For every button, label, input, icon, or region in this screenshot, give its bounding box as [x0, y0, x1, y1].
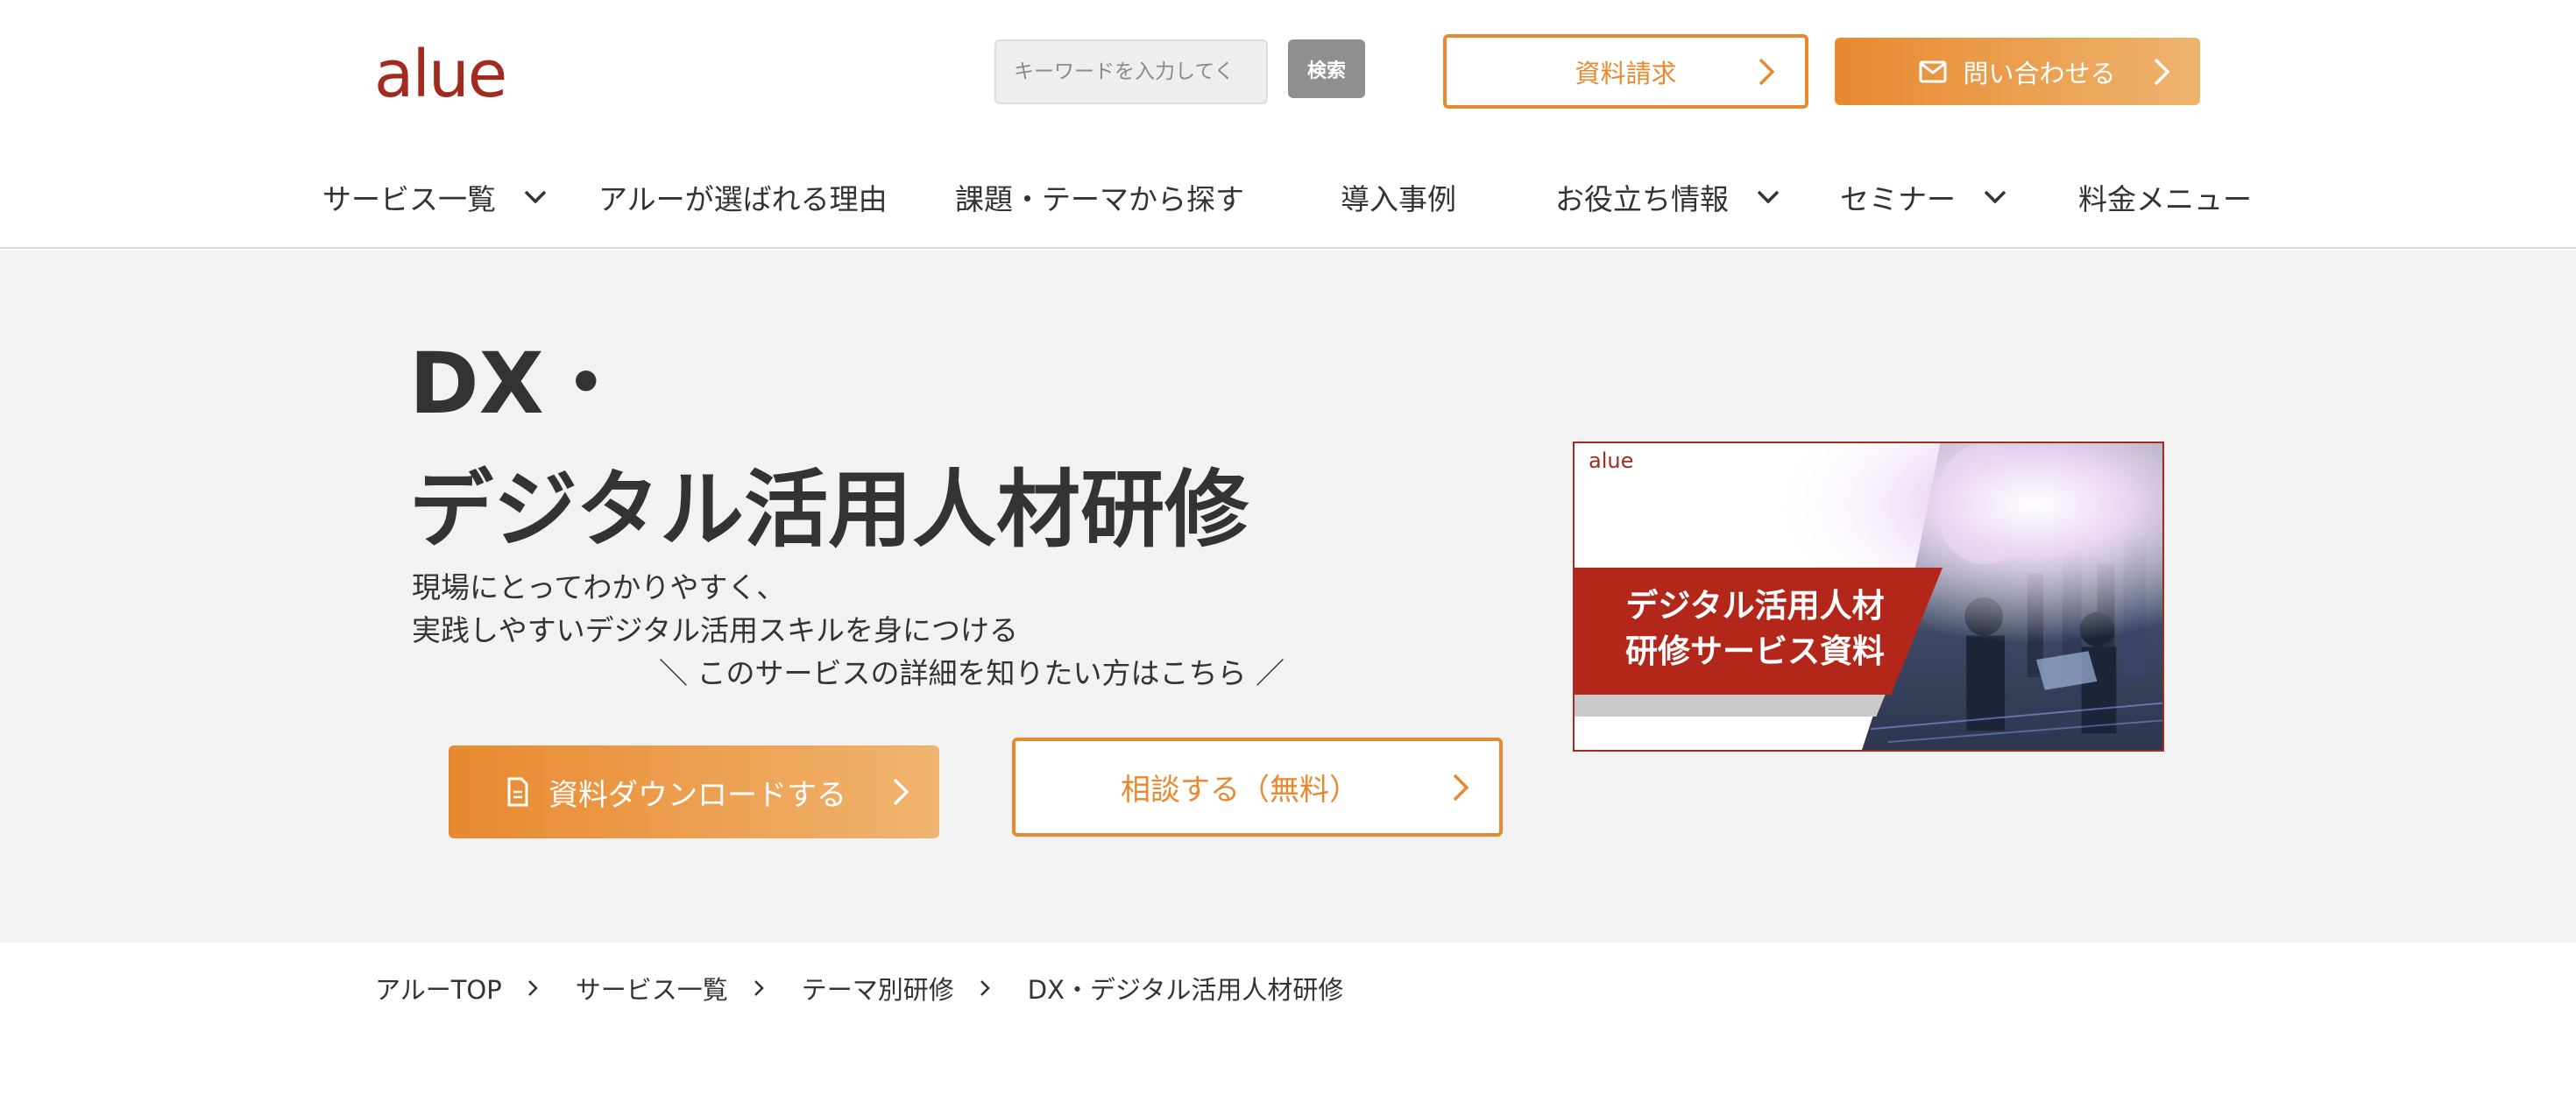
nav-item-label: 課題・テーマから探す	[955, 182, 1244, 216]
contact-button[interactable]: 問い合わせる	[1835, 38, 2200, 105]
nav-item-reasons[interactable]: アルーが選ばれる理由	[598, 166, 888, 228]
chevron-right-icon	[1759, 58, 1775, 85]
page-title-line1: DX・	[409, 335, 628, 433]
breadcrumb-item-current: DX・デジタル活用人材研修	[1027, 974, 1344, 1005]
nav-item-cases[interactable]: 導入事例	[1341, 166, 1456, 228]
nav-item-label: アルーが選ばれる理由	[598, 182, 888, 216]
page-title: DX・ デジタル活用人材研修	[409, 321, 1249, 573]
nav-item-services[interactable]: サービス一覧	[322, 166, 548, 228]
banner-title-line2: 研修サービス資料	[1625, 632, 1885, 670]
banner-title: デジタル活用人材 研修サービス資料	[1606, 583, 1904, 675]
request-materials-label: 資料請求	[1575, 58, 1677, 88]
contact-label: 問い合わせる	[1963, 58, 2116, 88]
nav-item-label: セミナー	[1840, 182, 1956, 216]
chevron-down-icon	[1984, 190, 2006, 204]
materials-banner[interactable]: alue デジタル活用人材 研修サービス資料	[1573, 442, 2164, 752]
global-nav: サービス一覧 アルーが選ばれる理由 課題・テーマから探す 導入事例 お役立ち情報…	[0, 166, 2576, 228]
hero-subtitle-line2: 実践しやすいデジタル活用スキルを身につける	[412, 613, 1019, 647]
free-consultation-label: 相談する（無料）	[1121, 773, 1359, 808]
chevron-down-icon	[1757, 190, 1780, 204]
search-button[interactable]: 検索	[1288, 39, 1365, 98]
hero-subtitle: 現場にとってわかりやすく、 実践しやすいデジタル活用スキルを身につける	[412, 566, 1018, 652]
hero-section: DX・ デジタル活用人材研修 現場にとってわかりやすく、 実践しやすいデジタル活…	[0, 251, 2576, 943]
nav-item-pricing[interactable]: 料金メニュー	[2078, 166, 2252, 228]
nav-item-resources[interactable]: お役立ち情報	[1555, 166, 1781, 228]
site-header: alue 検索 資料請求 問い合わせる サービス一覧 アルーが選ばれる理由 課題…	[0, 0, 2576, 249]
nav-item-label: 料金メニュー	[2078, 182, 2252, 216]
nav-item-themes[interactable]: 課題・テーマから探す	[955, 166, 1244, 228]
nav-item-label: お役立ち情報	[1555, 182, 1729, 216]
site-logo[interactable]: alue	[374, 35, 507, 114]
breadcrumb-item-top[interactable]: アルーTOP	[375, 970, 502, 1007]
hero-note: ＼ このサービスの詳細を知りたい方はこちら ／	[659, 656, 1284, 690]
chevron-right-icon	[893, 778, 909, 806]
chevron-right-icon	[2154, 58, 2170, 85]
chevron-right-icon	[754, 979, 764, 996]
search-input[interactable]	[994, 39, 1268, 104]
document-icon	[507, 777, 528, 807]
nav-item-seminars[interactable]: セミナー	[1840, 166, 2008, 228]
nav-item-label: サービス一覧	[322, 182, 496, 216]
free-consultation-button[interactable]: 相談する（無料）	[1012, 738, 1503, 837]
hero-subtitle-line1: 現場にとってわかりやすく、	[412, 570, 786, 604]
breadcrumb: アルーTOP サービス一覧 テーマ別研修 DX・デジタル活用人材研修	[375, 968, 1343, 1007]
nav-item-label: 導入事例	[1341, 182, 1456, 216]
chevron-right-icon	[980, 979, 990, 996]
mail-icon	[1919, 60, 1947, 82]
download-materials-button[interactable]: 資料ダウンロードする	[449, 745, 939, 838]
download-materials-label: 資料ダウンロードする	[548, 777, 846, 813]
banner-logo: alue	[1589, 449, 1634, 473]
page-title-line2: デジタル活用人材研修	[409, 461, 1249, 559]
breadcrumb-item-theme[interactable]: テーマ別研修	[802, 970, 954, 1007]
chevron-right-icon	[1453, 774, 1469, 801]
chevron-right-icon	[527, 979, 538, 996]
chevron-down-icon	[524, 190, 547, 204]
banner-title-line1: デジタル活用人材	[1625, 587, 1885, 625]
breadcrumb-item-services[interactable]: サービス一覧	[576, 970, 728, 1007]
request-materials-button[interactable]: 資料請求	[1443, 34, 1808, 109]
